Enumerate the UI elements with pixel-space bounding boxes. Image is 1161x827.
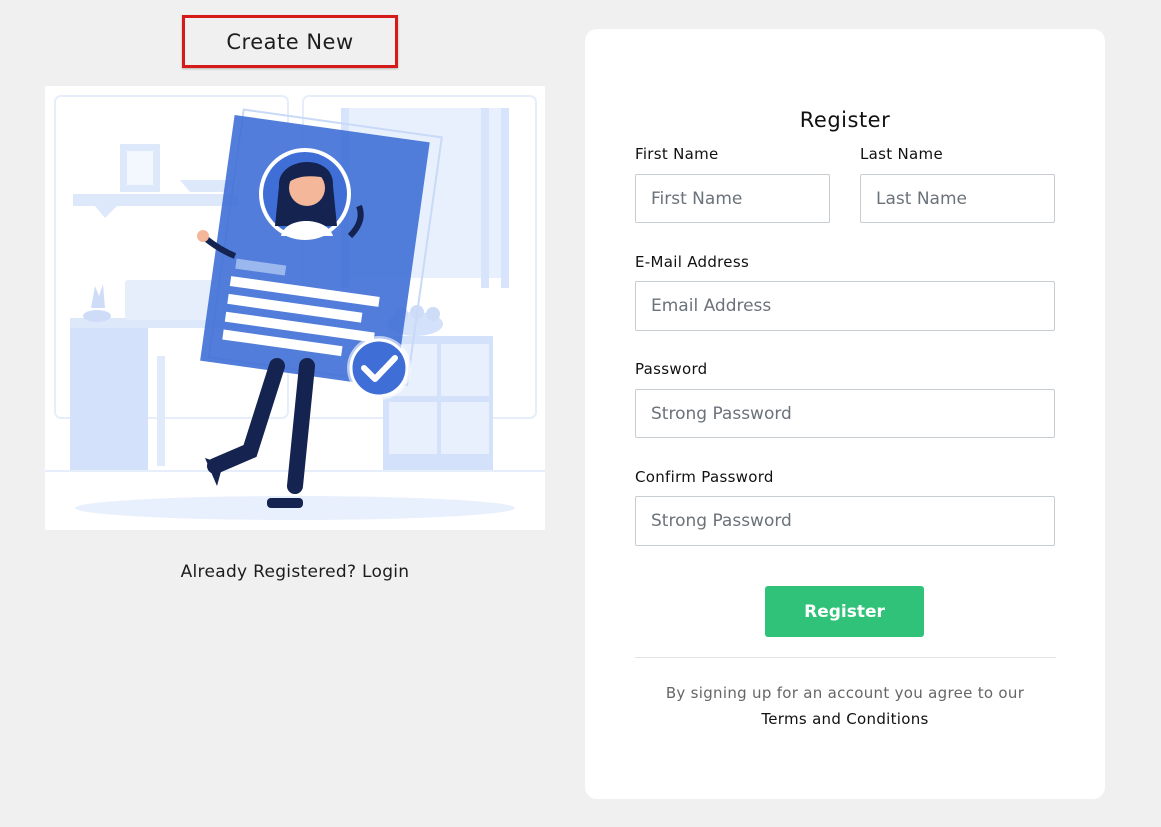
registration-illustration	[45, 86, 545, 530]
last-name-label: Last Name	[860, 145, 943, 163]
terms-link[interactable]: Terms and Conditions	[761, 710, 928, 728]
last-name-field[interactable]	[860, 174, 1055, 223]
login-link[interactable]: Login	[362, 562, 409, 582]
divider	[635, 657, 1056, 658]
password-field[interactable]	[635, 389, 1055, 438]
create-new-button[interactable]: Create New	[182, 15, 398, 68]
register-card: Register First Name Last Name E-Mail Add…	[585, 29, 1105, 799]
already-registered-text: Already Registered?	[180, 562, 357, 582]
first-name-label: First Name	[635, 145, 719, 163]
confirm-password-field[interactable]	[635, 496, 1055, 546]
register-button[interactable]: Register	[765, 586, 924, 637]
check-badge-icon	[347, 336, 411, 400]
email-label: E-Mail Address	[635, 253, 750, 271]
password-label: Password	[635, 360, 708, 378]
terms-prefix: By signing up for an account you agree t…	[665, 684, 1025, 702]
first-name-field[interactable]	[635, 174, 830, 223]
email-field[interactable]	[635, 281, 1055, 331]
already-registered-line: Already Registered? Login	[45, 562, 545, 582]
confirm-password-label: Confirm Password	[635, 468, 774, 486]
create-new-label: Create New	[226, 29, 354, 54]
register-title: Register	[799, 108, 891, 132]
terms-notice: By signing up for an account you agree t…	[585, 680, 1105, 732]
